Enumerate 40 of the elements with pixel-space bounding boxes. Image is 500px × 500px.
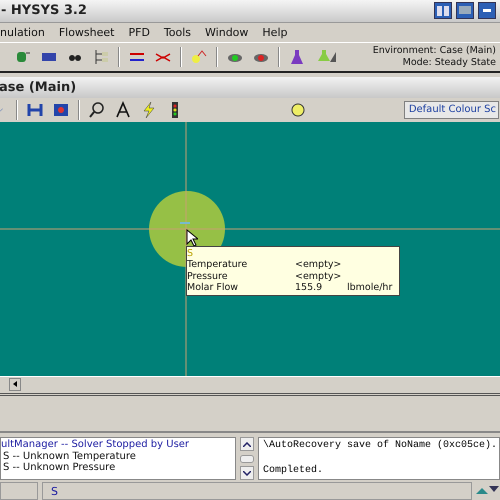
environment-label: Mode: Steady State xyxy=(402,56,496,69)
scroll-down-button[interactable] xyxy=(240,466,254,480)
menu-item[interactable]: Flowsheet xyxy=(58,26,114,39)
window-title: - HYSYS 3.2 xyxy=(1,3,87,18)
mouse-pointer-icon xyxy=(186,228,198,247)
property-value: 155.9 xyxy=(295,282,324,294)
environment-label: Environment: Case (Main) xyxy=(372,44,496,57)
property-value: <empty> xyxy=(295,259,342,271)
property-label: Temperature xyxy=(187,259,248,271)
menu-item[interactable]: Tools xyxy=(164,26,192,39)
pin-icon xyxy=(483,9,491,12)
monitor-button[interactable] xyxy=(456,2,474,20)
monitor-icon xyxy=(459,6,471,16)
pin-button[interactable] xyxy=(478,2,496,20)
search-icon[interactable] xyxy=(88,100,106,119)
message-line: S -- Unknown Temperature xyxy=(2,450,137,462)
menu-item[interactable]: nulation xyxy=(0,26,45,39)
message-line: ultManager -- Solver Stopped by User xyxy=(1,439,190,451)
property-unit: lbmole/hr xyxy=(347,282,394,294)
flask-icon[interactable] xyxy=(288,48,306,66)
status-text: S xyxy=(42,482,472,500)
menu-item[interactable]: PFD xyxy=(128,26,150,39)
menu-item[interactable]: Help xyxy=(262,26,288,39)
message-line: S -- Unknown Pressure xyxy=(2,462,116,474)
property-value: <empty> xyxy=(295,270,342,282)
scroll-thumb[interactable] xyxy=(240,454,254,463)
colour-scheme-dropdown[interactable]: Default Colour Sc xyxy=(404,100,499,119)
tile-button[interactable] xyxy=(434,2,452,20)
tooltip-title: S xyxy=(187,248,194,260)
trace-line: \AutoRecovery save of NoName (0xc05ce). xyxy=(263,440,498,453)
property-label: Molar Flow xyxy=(187,282,240,294)
scroll-left-button[interactable] xyxy=(9,378,21,391)
tile-icon xyxy=(437,6,449,16)
left-arrow-icon xyxy=(13,381,17,388)
trace-line: Completed. xyxy=(263,464,324,478)
scroll-up-button[interactable] xyxy=(240,437,254,452)
property-label: Pressure xyxy=(187,270,229,282)
status-cell xyxy=(0,482,38,500)
menu-item[interactable]: Window xyxy=(205,26,248,39)
text-tool-icon[interactable] xyxy=(114,100,132,119)
